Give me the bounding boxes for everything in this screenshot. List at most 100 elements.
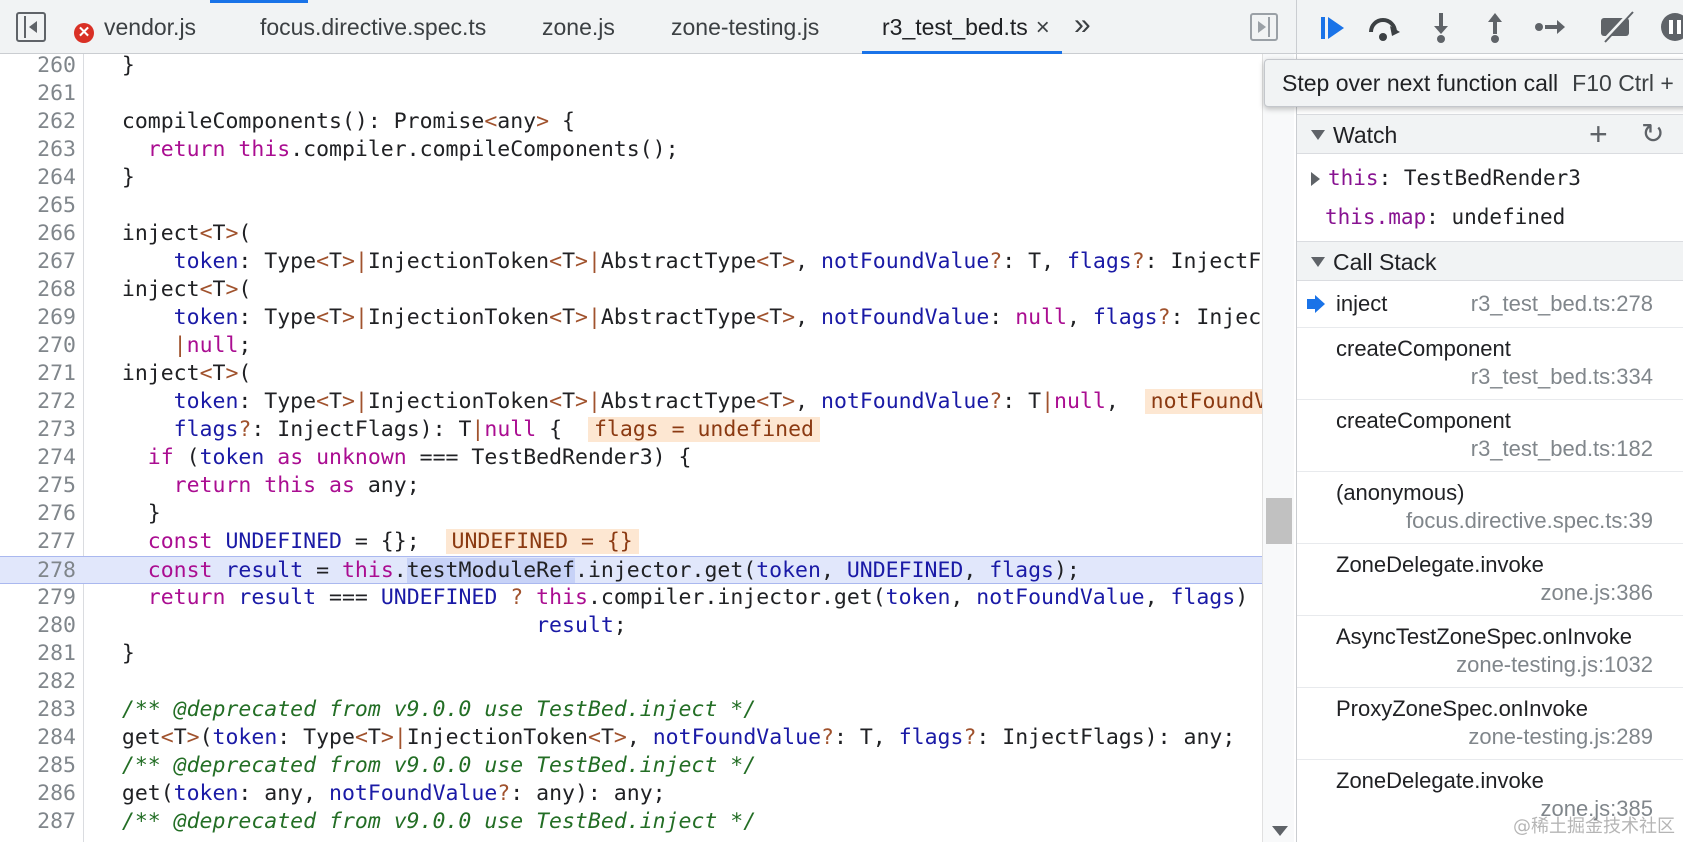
frame-location[interactable]: r3_test_bed.ts:334 [1471,364,1653,390]
code-line[interactable]: 279 return result === UNDEFINED ? this.c… [0,584,1262,612]
deactivate-breakpoints-button[interactable] [1597,10,1637,44]
call-frame[interactable]: ZoneDelegate.invoke zone.js:386 [1297,544,1683,616]
line-number[interactable]: 284 [0,724,76,752]
code-line[interactable]: 284 get<T>(token: Type<T>|InjectionToken… [0,724,1262,752]
collapse-caret-icon[interactable] [1311,257,1325,267]
code-line[interactable]: 276 } [0,500,1262,528]
frame-location[interactable]: r3_test_bed.ts:278 [1471,291,1653,317]
line-number[interactable]: 274 [0,444,76,472]
tab-r3-test-bed[interactable]: r3_test_bed.ts × [862,0,1062,54]
step-out-button[interactable] [1475,10,1515,44]
step-button[interactable] [1529,10,1569,44]
code-line[interactable]: 260 } [0,54,1262,80]
line-number[interactable]: 281 [0,640,76,668]
code-line[interactable]: 286 get(token: any, notFoundValue?: any)… [0,780,1262,808]
step-over-button[interactable] [1363,10,1403,44]
watch-section-header[interactable]: Watch + ↻ [1297,114,1683,154]
expand-icon[interactable] [1311,172,1320,186]
refresh-watch-icon[interactable]: ↻ [1641,115,1664,153]
code-line[interactable]: 274 if (token as unknown === TestBedRend… [0,444,1262,472]
code-line[interactable]: 287 /** @deprecated from v9.0.0 use Test… [0,808,1262,836]
code-line[interactable]: 271 inject<T>( [0,360,1262,388]
line-number[interactable]: 285 [0,752,76,780]
line-number[interactable]: 264 [0,164,76,192]
resume-button[interactable] [1311,10,1351,44]
line-number[interactable]: 261 [0,80,76,108]
line-number[interactable]: 273 [0,416,76,444]
code-line[interactable]: 264 } [0,164,1262,192]
code-line[interactable]: 272 token: Type<T>|InjectionToken<T>|Abs… [0,388,1262,416]
call-frame[interactable]: (anonymous) focus.directive.spec.ts:39 [1297,472,1683,544]
code-line[interactable]: 285 /** @deprecated from v9.0.0 use Test… [0,752,1262,780]
code-editor[interactable]: 260 } 261 262 compileComponents(): Promise… [0,54,1262,842]
line-number[interactable]: 272 [0,388,76,416]
code-line[interactable]: 263 return this.compiler.compileComponen… [0,136,1262,164]
scroll-down-icon[interactable] [1272,826,1288,836]
line-number[interactable]: 277 [0,528,76,556]
line-number[interactable]: 280 [0,612,76,640]
code-line[interactable]: 265 [0,192,1262,220]
frame-location[interactable]: zone-testing.js:1032 [1456,652,1653,678]
line-number[interactable]: 269 [0,304,76,332]
tab-zone-testing-js[interactable]: zone-testing.js [671,0,819,54]
code-line[interactable]: 280 result; [0,612,1262,640]
line-number[interactable]: 268 [0,276,76,304]
line-number[interactable]: 270 [0,332,76,360]
line-number[interactable]: 263 [0,136,76,164]
frame-location[interactable]: r3_test_bed.ts:182 [1471,436,1653,462]
watch-item[interactable]: this.map: undefined [1297,198,1683,236]
code-line[interactable]: 283 /** @deprecated from v9.0.0 use Test… [0,696,1262,724]
call-frame[interactable]: createComponent r3_test_bed.ts:182 [1297,400,1683,472]
code-line[interactable]: 270 |null; [0,332,1262,360]
line-number[interactable]: 266 [0,220,76,248]
call-frame-current[interactable]: inject r3_test_bed.ts:278 [1297,283,1683,328]
frame-location[interactable]: zone.js:386 [1540,580,1653,606]
code-line[interactable]: 268 inject<T>( [0,276,1262,304]
line-number[interactable]: 276 [0,500,76,528]
code-line[interactable]: 275 return this as any; [0,472,1262,500]
code-line[interactable]: 261 [0,80,1262,108]
call-frame[interactable]: ProxyZoneSpec.onInvoke zone-testing.js:2… [1297,688,1683,760]
line-number[interactable]: 260 [0,54,76,80]
collapse-caret-icon[interactable] [1311,130,1325,140]
code-line[interactable]: 273 flags?: InjectFlags): T|null { flags… [0,416,1262,444]
line-number[interactable]: 262 [0,108,76,136]
line-number[interactable]: 286 [0,780,76,808]
call-stack-section-header[interactable]: Call Stack [1297,241,1683,281]
line-number[interactable]: 271 [0,360,76,388]
line-number[interactable]: 279 [0,584,76,612]
line-number[interactable]: 267 [0,248,76,276]
tab-zone-js[interactable]: zone.js [542,0,615,54]
frame-location[interactable]: focus.directive.spec.ts:39 [1406,508,1653,534]
code-line[interactable]: 267 token: Type<T>|InjectionToken<T>|Abs… [0,248,1262,276]
call-frame[interactable]: createComponent r3_test_bed.ts:334 [1297,328,1683,400]
code-text: inject<T>( [96,221,252,246]
line-number[interactable]: 275 [0,472,76,500]
toggle-debugger-icon[interactable] [1250,13,1278,41]
tab-focus-directive-spec[interactable]: focus.directive.spec.ts [260,0,486,54]
code-line[interactable]: 277 const UNDEFINED = {}; UNDEFINED = {} [0,528,1262,556]
line-number[interactable]: 278 [0,557,76,585]
step-into-button[interactable] [1421,10,1461,44]
pause-on-exceptions-button[interactable] [1655,10,1683,44]
watch-item[interactable]: this: TestBedRender3 [1297,159,1683,197]
frame-location[interactable]: zone-testing.js:289 [1468,724,1653,750]
call-frame[interactable]: AsyncTestZoneSpec.onInvoke zone-testing.… [1297,616,1683,688]
more-tabs-icon[interactable]: » [1074,8,1091,42]
line-number[interactable]: 265 [0,192,76,220]
tab-vendor-js[interactable]: ✕ vendor.js [74,0,196,54]
toggle-navigator-icon[interactable] [16,12,46,42]
scrollbar-thumb[interactable] [1266,498,1292,544]
editor-scrollbar[interactable] [1262,54,1294,842]
code-line[interactable]: 281 } [0,640,1262,668]
add-watch-icon[interactable]: + [1589,115,1608,153]
close-tab-icon[interactable]: × [1036,1,1050,55]
code-line[interactable]: 266 inject<T>( [0,220,1262,248]
code-line[interactable]: 262 compileComponents(): Promise<any> { [0,108,1262,136]
code-line[interactable]: 269 token: Type<T>|InjectionToken<T>|Abs… [0,304,1262,332]
line-number[interactable]: 282 [0,668,76,696]
code-line[interactable]: 278 const result = this.testModuleRef.in… [0,556,1262,584]
line-number[interactable]: 283 [0,696,76,724]
line-number[interactable]: 287 [0,808,76,836]
code-line[interactable]: 282 [0,668,1262,696]
